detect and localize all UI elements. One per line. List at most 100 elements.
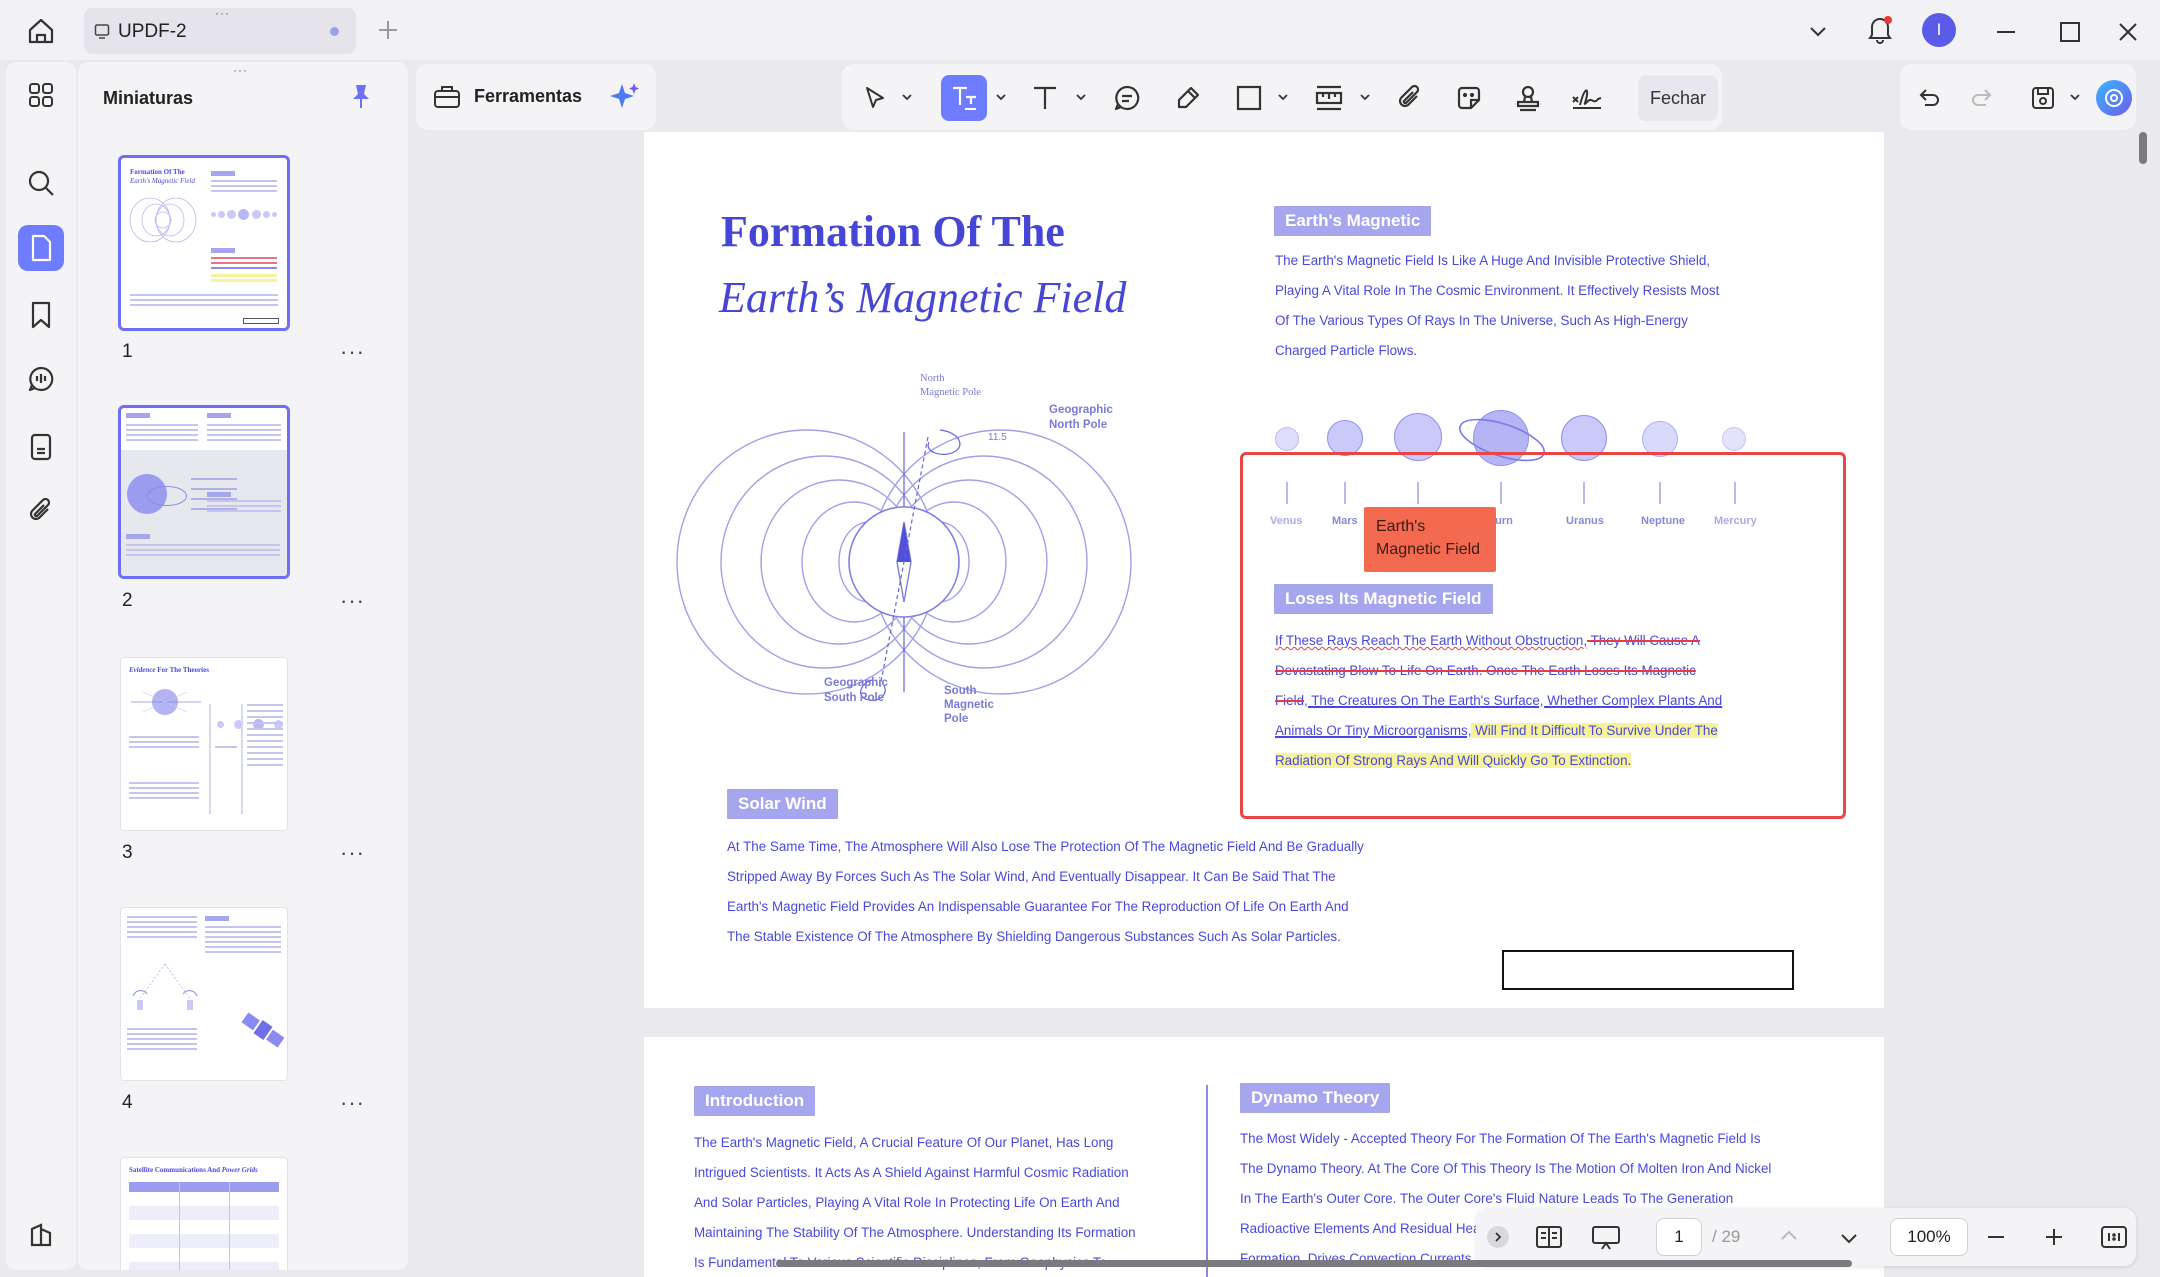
toolbox-icon — [432, 81, 462, 111]
page-title: Formation Of The — [721, 207, 1065, 256]
apps-icon[interactable] — [18, 72, 64, 118]
thumbnails-page-icon[interactable] — [18, 225, 64, 271]
earths-magnetic-paragraph: The Earth's Magnetic Field Is Like A Hug… — [1275, 253, 1720, 358]
zoom-out-icon[interactable] — [1984, 1225, 2008, 1249]
home-icon[interactable] — [26, 16, 56, 46]
shape-tool-caret[interactable] — [1276, 90, 1290, 104]
zoom-level-field[interactable]: 100% — [1890, 1218, 1968, 1256]
thumbnail-more-icon-1[interactable]: ··· — [340, 339, 365, 365]
thumbnail-more-icon-2[interactable]: ··· — [340, 588, 365, 614]
select-tool-caret[interactable] — [900, 90, 914, 104]
tools-label[interactable]: Ferramentas — [474, 86, 582, 107]
minimize-icon[interactable] — [1994, 20, 2018, 44]
attachment-file-icon[interactable] — [18, 424, 64, 470]
page-thumbnail-5[interactable]: Satellite Communications And Power Grids — [121, 1158, 287, 1270]
thumb-5-title: Satellite Communications And Power Grids — [129, 1166, 258, 1174]
search-icon[interactable] — [18, 160, 64, 206]
planet-venus-circle — [1275, 427, 1299, 451]
save-icon[interactable] — [2020, 75, 2066, 121]
previous-page-icon[interactable] — [1778, 1225, 1800, 1247]
ai-sparkle-icon[interactable] — [608, 80, 642, 114]
page-thumbnail-1[interactable]: Formation Of The Earth's Magnetic Field — [121, 158, 287, 328]
introduction-paragraph: The Earth's Magnetic Field, A Crucial Fe… — [694, 1135, 1136, 1270]
page-thumbnail-4[interactable] — [121, 908, 287, 1080]
thumbnails-title: Miniaturas — [103, 88, 194, 108]
collapse-arrow-icon[interactable] — [1487, 1226, 1509, 1248]
next-page-icon[interactable] — [1838, 1227, 1860, 1249]
comment-tool-icon[interactable] — [1104, 75, 1150, 121]
bell-icon[interactable] — [1866, 14, 1894, 44]
comment-list-icon[interactable] — [18, 356, 64, 402]
earths-magnetic-heading: Earth's Magnetic — [1274, 206, 1432, 236]
callout-note[interactable]: Earth's Magnetic Field — [1364, 507, 1496, 572]
thumbnails-panel: ··· Miniaturas Formation Of The Earth's … — [78, 62, 408, 1270]
sticker-tool-icon[interactable] — [1446, 75, 1492, 121]
history-toolbar — [1900, 64, 2136, 130]
close-toolbar-button[interactable]: Fechar — [1638, 75, 1718, 121]
signature-tool-icon[interactable] — [1564, 75, 1610, 121]
text-markup-tool-icon[interactable] — [941, 75, 987, 121]
horizontal-scrollbar[interactable] — [776, 1260, 1852, 1267]
pencil-tool-icon[interactable] — [1165, 75, 1211, 121]
select-tool-icon[interactable] — [852, 75, 898, 121]
thumbnail-more-icon-3[interactable]: ··· — [340, 840, 365, 866]
south-magnetic-label: South Magnetic Pole — [944, 685, 994, 725]
save-caret[interactable] — [2068, 90, 2082, 104]
thumb-1-title: Formation Of The — [130, 168, 185, 176]
thumb-1-subtitle: Earth's Magnetic Field — [130, 177, 195, 185]
actual-size-icon[interactable] — [2100, 1224, 2128, 1250]
page-layout-icon[interactable] — [1534, 1223, 1564, 1251]
shape-tool-icon[interactable] — [1226, 75, 1272, 121]
thumbnail-number-3: 3 — [122, 842, 133, 863]
text-markup-caret[interactable] — [994, 90, 1008, 104]
column-divider — [1206, 1085, 1208, 1277]
solar-wind-paragraph: At The Same Time, The Atmosphere Will Al… — [727, 839, 1364, 944]
document-tab[interactable]: UPDF-2 ··· — [84, 6, 356, 54]
introduction-heading: Introduction — [694, 1086, 816, 1116]
ai-assistant-icon[interactable] — [18, 1212, 64, 1258]
rectangle-annotation[interactable] — [1240, 452, 1846, 819]
thumbnail-number-1: 1 — [122, 341, 133, 362]
page-navigation-bar: 1 / 29 100% — [1476, 1208, 2136, 1266]
text-tool-icon[interactable] — [1022, 75, 1068, 121]
paperclip-icon[interactable] — [18, 488, 64, 534]
title-bar: UPDF-2 ··· I — [0, 0, 2160, 60]
undo-icon[interactable] — [1906, 75, 1952, 121]
empty-text-box[interactable] — [1502, 950, 1794, 990]
thumb-3-title: Evidence For The Theories — [129, 666, 209, 674]
attach-tool-icon[interactable] — [1387, 75, 1433, 121]
document-icon — [94, 23, 110, 39]
current-page-input[interactable]: 1 — [1656, 1218, 1702, 1256]
thumbnail-more-icon-4[interactable]: ··· — [340, 1090, 365, 1116]
redo-icon[interactable] — [1959, 75, 2005, 121]
geographic-south-label: Geographic South Pole — [824, 677, 888, 704]
new-tab-icon[interactable] — [376, 18, 400, 42]
solar-wind-heading: Solar Wind — [727, 789, 838, 819]
dynamo-theory-heading: Dynamo Theory — [1240, 1083, 1391, 1113]
unsaved-dot — [330, 27, 339, 36]
bookmark-icon[interactable] — [18, 292, 64, 338]
user-avatar[interactable]: I — [1922, 13, 1956, 47]
page-thumbnail-3[interactable]: Evidence For The Theories — [121, 658, 287, 830]
thumb-1-field-diagram — [129, 197, 197, 243]
thumb-4-satellite-dishes — [132, 963, 198, 1010]
text-tool-caret[interactable] — [1074, 90, 1088, 104]
tab-title: UPDF-2 — [118, 21, 187, 42]
page-thumbnail-2[interactable] — [121, 408, 287, 576]
pin-icon[interactable] — [348, 82, 374, 110]
chevron-down-icon[interactable] — [1807, 20, 1829, 42]
panel-resize-handle[interactable]: ··· — [233, 63, 248, 77]
zoom-in-icon[interactable] — [2042, 1225, 2066, 1249]
tilt-angle-label: 11.5 — [988, 432, 1007, 443]
annotation-toolbar: Fechar — [842, 64, 1722, 130]
close-window-icon[interactable] — [2116, 20, 2140, 44]
updf-ai-icon[interactable] — [2096, 80, 2132, 116]
geographic-north-label: Geographic North Pole — [1049, 404, 1113, 431]
measure-tool-icon[interactable] — [1306, 75, 1352, 121]
presentation-icon[interactable] — [1590, 1223, 1622, 1251]
measure-tool-caret[interactable] — [1358, 90, 1372, 104]
stamp-tool-icon[interactable] — [1505, 75, 1551, 121]
vertical-scrollbar[interactable] — [2139, 132, 2147, 164]
maximize-icon[interactable] — [2058, 20, 2082, 44]
drag-handle[interactable]: ··· — [215, 6, 230, 20]
